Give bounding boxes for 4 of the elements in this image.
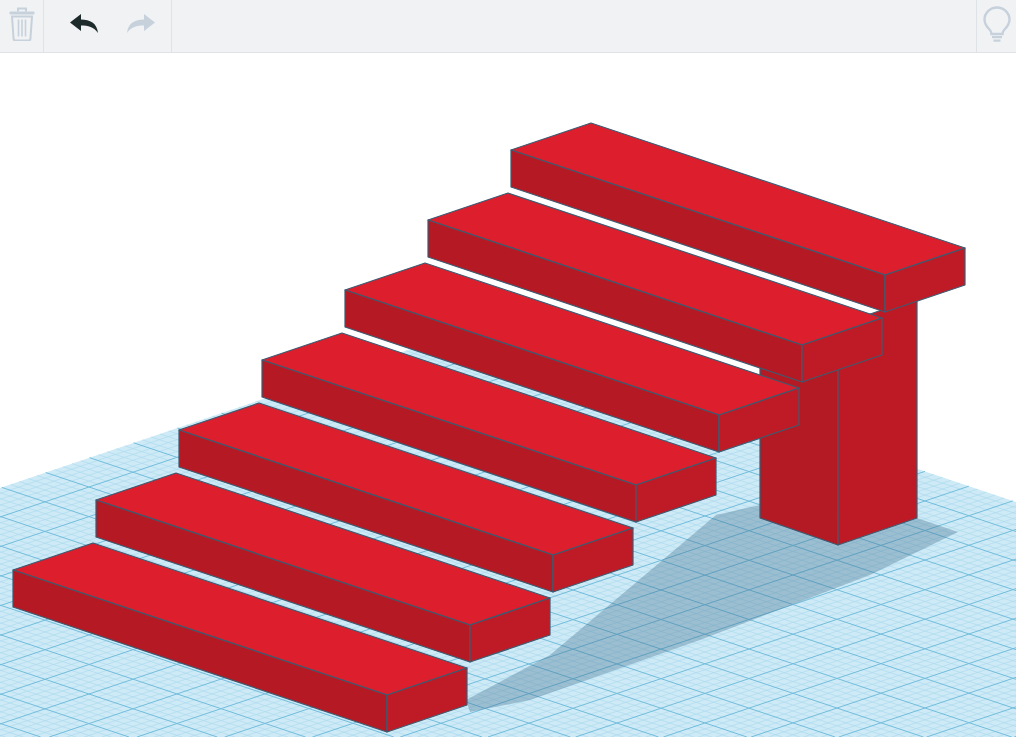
trash-can-icon bbox=[8, 6, 35, 41]
curved-arrow-icon bbox=[69, 14, 98, 33]
curved-arrow-icon bbox=[126, 14, 155, 33]
lightbulb-icon bbox=[982, 5, 1011, 42]
